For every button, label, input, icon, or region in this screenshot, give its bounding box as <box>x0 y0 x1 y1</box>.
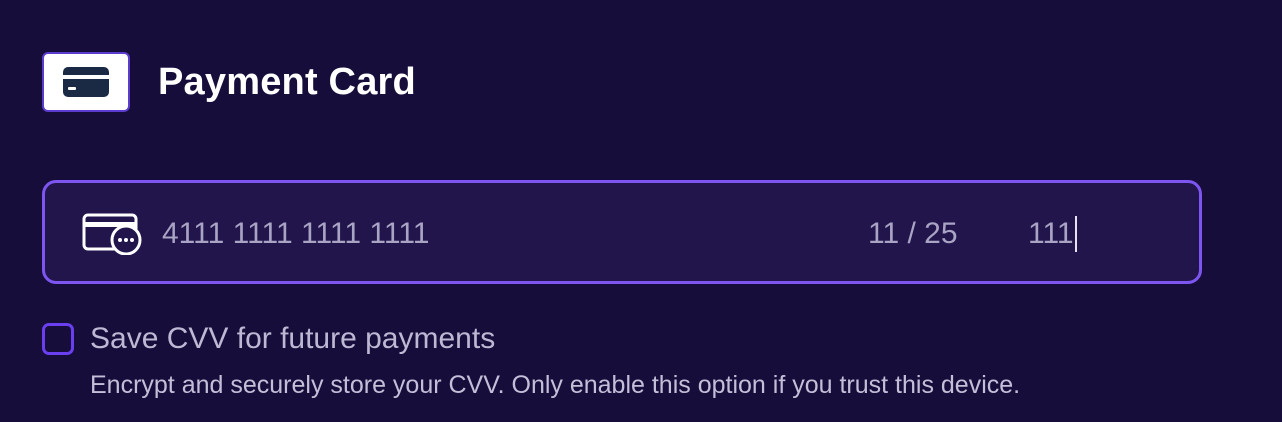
card-number-input[interactable]: 4111 1111 1111 1111 <box>162 216 429 252</box>
card-header: Payment Card <box>42 52 416 112</box>
credit-card-chat-icon <box>82 213 144 260</box>
page-title: Payment Card <box>158 60 416 103</box>
card-input-field[interactable]: 4111 1111 1111 1111 11 / 25 111 <box>42 180 1202 284</box>
card-expiry-input[interactable]: 11 / 25 <box>868 216 958 252</box>
save-cvv-checkbox[interactable] <box>42 323 74 355</box>
card-cvv-input[interactable]: 111 <box>1028 216 1077 252</box>
card-cvv-value: 111 <box>1028 217 1074 250</box>
save-cvv-label[interactable]: Save CVV for future payments <box>90 322 495 356</box>
save-cvv-option[interactable]: Save CVV for future payments <box>42 322 495 356</box>
text-caret <box>1074 216 1077 252</box>
credit-card-icon <box>42 52 130 112</box>
save-cvv-helper-text: Encrypt and securely store your CVV. Onl… <box>90 371 1021 399</box>
